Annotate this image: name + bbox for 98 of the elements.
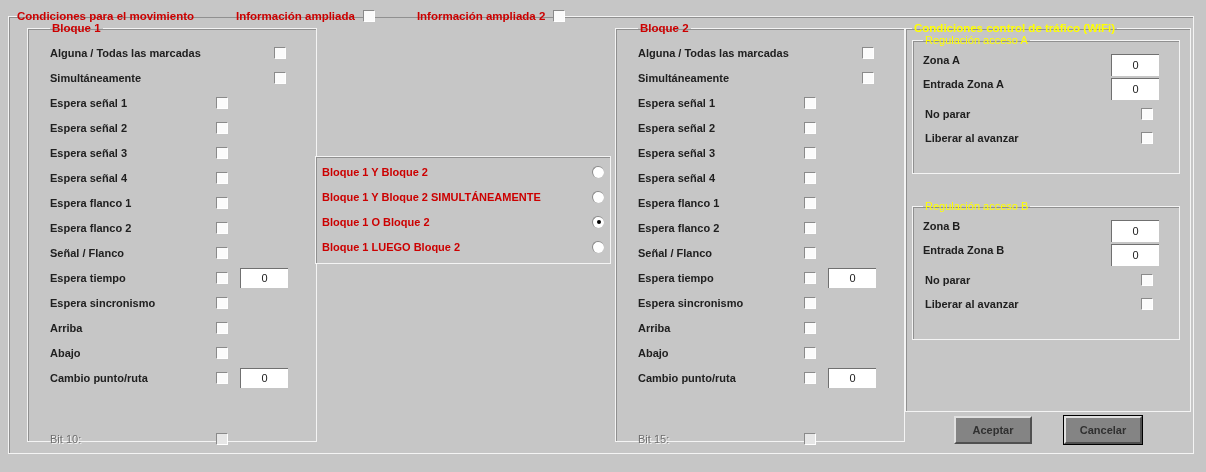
checkbox[interactable]	[804, 271, 816, 284]
radio-button[interactable]	[592, 190, 604, 203]
number-field[interactable]: 0	[1111, 220, 1159, 242]
option-label: Espera sincronismo	[50, 296, 157, 309]
option-label: Bit 15:	[638, 432, 671, 445]
radio-label: Bloque 1 Y Bloque 2 SIMULTÁNEAMENTE	[322, 190, 541, 203]
checkbox[interactable]	[216, 96, 228, 109]
checkbox[interactable]	[362, 10, 375, 22]
option-label: Alguna / Todas las marcadas	[638, 46, 790, 59]
checkbox[interactable]	[1141, 108, 1153, 120]
option-label: Espera señal 2	[50, 121, 129, 134]
field-label: Zona A	[923, 54, 960, 66]
checkbox[interactable]	[804, 121, 816, 134]
option-label: Arriba	[638, 321, 672, 334]
radio-button[interactable]	[592, 215, 604, 228]
option-label: Información ampliada 2	[416, 10, 546, 22]
group-title: Regulación acceso A	[924, 34, 1029, 46]
option-label: Espera señal 4	[50, 171, 129, 184]
checkbox[interactable]	[216, 371, 228, 384]
group-title: Bloque 1	[51, 22, 102, 34]
checkbox[interactable]	[216, 221, 228, 234]
number-field[interactable]: 0	[1111, 54, 1159, 76]
radio-label: Bloque 1 O Bloque 2	[322, 215, 430, 228]
option-label: Espera señal 4	[638, 171, 717, 184]
option-label: Espera señal 2	[638, 121, 717, 134]
checkbox[interactable]	[216, 121, 228, 134]
option-label: Arriba	[50, 321, 84, 334]
checkbox[interactable]	[274, 46, 286, 59]
radio-button[interactable]	[592, 165, 604, 178]
checkbox[interactable]	[804, 96, 816, 109]
option-label: Espera flanco 1	[638, 196, 721, 209]
checkbox[interactable]	[216, 246, 228, 259]
option-label: Espera flanco 1	[50, 196, 133, 209]
group-title: Condiciones para el movimiento	[17, 10, 194, 22]
checkbox[interactable]	[216, 296, 228, 309]
option-label: No parar	[925, 274, 971, 286]
option-label: Simultáneamente	[638, 71, 731, 84]
option-label: Espera tiempo	[638, 271, 715, 284]
number-field[interactable]: 0	[240, 367, 288, 388]
option-label: Espera flanco 2	[50, 221, 133, 234]
checkbox[interactable]	[216, 196, 228, 209]
option-label: Espera flanco 2	[638, 221, 721, 234]
group-title: Bloque 2	[639, 22, 690, 34]
number-field[interactable]: 0	[828, 367, 876, 388]
checkbox[interactable]	[1141, 274, 1153, 286]
option-label: Espera tiempo	[50, 271, 127, 284]
number-field[interactable]: 0	[1111, 244, 1159, 266]
dialog-button[interactable]: Aceptar	[954, 416, 1032, 444]
checkbox[interactable]	[862, 46, 874, 59]
option-label: Liberar al avanzar	[925, 132, 1019, 144]
checkbox[interactable]	[862, 71, 874, 84]
option-label: Bit 10:	[50, 432, 83, 445]
checkbox[interactable]	[216, 321, 228, 334]
checkbox[interactable]	[216, 346, 228, 359]
option-label: Información ampliada	[236, 10, 355, 22]
number-field[interactable]: 0	[240, 267, 288, 288]
option-label: Cambio punto/ruta	[638, 371, 737, 384]
checkbox[interactable]	[804, 221, 816, 234]
radio-button[interactable]	[592, 240, 604, 253]
checkbox[interactable]	[216, 146, 228, 159]
checkbox[interactable]	[804, 296, 816, 309]
option-label: Espera señal 3	[50, 146, 129, 159]
checkbox[interactable]	[1141, 298, 1153, 310]
option-label: Espera señal 3	[638, 146, 717, 159]
checkbox[interactable]	[804, 371, 816, 384]
option-label: Señal / Flanco	[638, 246, 713, 259]
checkbox[interactable]	[804, 321, 816, 334]
dialog-button[interactable]: Cancelar	[1064, 416, 1142, 444]
option-label: Abajo	[50, 346, 82, 359]
number-field[interactable]: 0	[1111, 78, 1159, 100]
field-label: Entrada Zona B	[923, 244, 1005, 256]
checkbox[interactable]	[804, 196, 816, 209]
option-label: Abajo	[638, 346, 670, 359]
group-title: Regulación acceso B	[924, 200, 1030, 212]
option-label: Cambio punto/ruta	[50, 371, 149, 384]
checkbox[interactable]	[216, 171, 228, 184]
checkbox[interactable]	[216, 271, 228, 284]
checkbox[interactable]	[804, 246, 816, 259]
option-label: Señal / Flanco	[50, 246, 125, 259]
option-label: Espera sincronismo	[638, 296, 745, 309]
checkbox[interactable]	[804, 146, 816, 159]
field-label: Zona B	[923, 220, 961, 232]
radio-label: Bloque 1 Y Bloque 2	[322, 165, 428, 178]
radio-label: Bloque 1 LUEGO Bloque 2	[322, 240, 461, 253]
checkbox[interactable]	[804, 346, 816, 359]
option-label: Alguna / Todas las marcadas	[50, 46, 202, 59]
option-label: No parar	[925, 108, 971, 120]
option-label: Espera señal 1	[50, 96, 129, 109]
group-title: Condiciones control de tráfico (WiFi)	[913, 22, 1117, 34]
number-field[interactable]: 0	[828, 267, 876, 288]
option-label: Simultáneamente	[50, 71, 143, 84]
option-label: Liberar al avanzar	[925, 298, 1019, 310]
option-label: Espera señal 1	[638, 96, 717, 109]
checkbox[interactable]	[274, 71, 286, 84]
checkbox[interactable]	[553, 10, 566, 22]
field-label: Entrada Zona A	[923, 78, 1004, 90]
checkbox[interactable]	[1141, 132, 1153, 144]
checkbox[interactable]	[804, 171, 816, 184]
